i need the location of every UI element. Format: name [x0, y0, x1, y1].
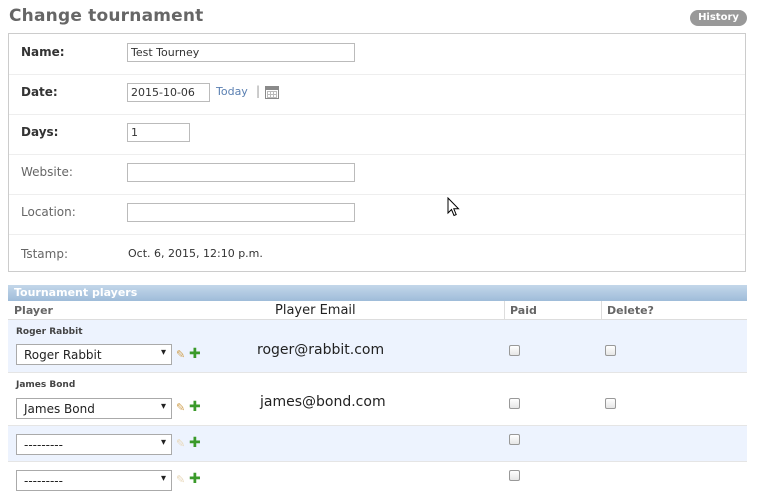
location-input[interactable] — [127, 203, 355, 222]
player-email: roger@rabbit.com — [257, 342, 385, 358]
player-select-value: --------- — [24, 474, 63, 488]
date-input[interactable] — [127, 83, 210, 102]
tournament-form: Name: Date: Today | Days: Website: Locat… — [8, 33, 746, 272]
add-plus-icon[interactable]: ✚ — [189, 399, 201, 415]
player-email: james@bond.com — [260, 394, 386, 410]
days-input[interactable] — [127, 123, 190, 142]
history-button[interactable]: History — [690, 10, 747, 26]
delete-checkbox[interactable] — [605, 398, 616, 409]
chevron-down-icon: ▾ — [160, 473, 166, 484]
edit-pencil-icon[interactable]: ✎ — [176, 401, 185, 414]
player-select[interactable]: Roger Rabbit ▾ — [16, 344, 172, 365]
add-plus-icon[interactable]: ✚ — [189, 471, 201, 487]
paid-checkbox[interactable] — [509, 345, 520, 356]
add-plus-icon[interactable]: ✚ — [189, 435, 201, 451]
player-select[interactable]: James Bond ▾ — [16, 398, 172, 419]
website-row: Website: — [9, 154, 745, 195]
column-divider — [601, 301, 602, 320]
name-input[interactable] — [127, 43, 355, 62]
player-select[interactable]: --------- ▾ — [16, 434, 172, 455]
paid-checkbox[interactable] — [509, 434, 520, 445]
player-name: Roger Rabbit — [16, 327, 83, 337]
tstamp-row: Tstamp: Oct. 6, 2015, 12:10 p.m. — [9, 234, 745, 274]
player-select[interactable]: --------- ▾ — [16, 470, 172, 491]
calendar-icon[interactable] — [265, 86, 279, 99]
table-row: Roger Rabbit Roger Rabbit ▾ ✎ ✚ roger@ra… — [8, 320, 747, 373]
paid-checkbox[interactable] — [509, 470, 520, 481]
edit-pencil-icon: ✎ — [176, 473, 186, 486]
table-row: --------- ▾ ✎ ✚ — [8, 426, 747, 462]
column-paid: Paid — [510, 304, 537, 317]
delete-checkbox[interactable] — [605, 345, 616, 356]
column-delete: Delete? — [607, 304, 654, 317]
name-row: Name: — [9, 34, 745, 75]
add-plus-icon[interactable]: ✚ — [189, 346, 201, 362]
inline-title: Tournament players — [8, 285, 747, 301]
player-select-value: Roger Rabbit — [24, 348, 102, 362]
column-divider — [504, 301, 505, 320]
chevron-down-icon: ▾ — [160, 437, 166, 448]
date-label: Date: — [21, 85, 58, 99]
name-label: Name: — [21, 45, 65, 59]
date-row: Date: Today | — [9, 74, 745, 115]
edit-pencil-icon[interactable]: ✎ — [176, 348, 185, 361]
today-link[interactable]: Today — [216, 85, 248, 98]
player-select-value: --------- — [24, 438, 63, 452]
column-player: Player — [14, 304, 53, 317]
player-name: James Bond — [16, 380, 76, 390]
page-title: Change tournament — [9, 6, 204, 26]
website-input[interactable] — [127, 163, 355, 182]
chevron-down-icon: ▾ — [160, 401, 166, 412]
column-email: Player Email — [275, 303, 356, 318]
days-label: Days: — [21, 125, 59, 139]
tstamp-label: Tstamp: — [21, 247, 69, 261]
table-row: --------- ▾ ✎ ✚ — [8, 462, 747, 492]
days-row: Days: — [9, 114, 745, 155]
tstamp-value: Oct. 6, 2015, 12:10 p.m. — [128, 247, 263, 260]
chevron-down-icon: ▾ — [160, 347, 166, 358]
paid-checkbox[interactable] — [509, 398, 520, 409]
date-separator: | — [256, 84, 261, 98]
inline-column-headers: Player Player Email Paid Delete? — [8, 301, 747, 320]
table-row: James Bond James Bond ▾ ✎ ✚ james@bond.c… — [8, 373, 747, 426]
location-row: Location: — [9, 194, 745, 235]
location-label: Location: — [21, 205, 76, 219]
mouse-cursor-icon — [447, 197, 460, 217]
player-select-value: James Bond — [24, 402, 95, 416]
edit-pencil-icon: ✎ — [176, 437, 186, 450]
website-label: Website: — [21, 165, 73, 179]
